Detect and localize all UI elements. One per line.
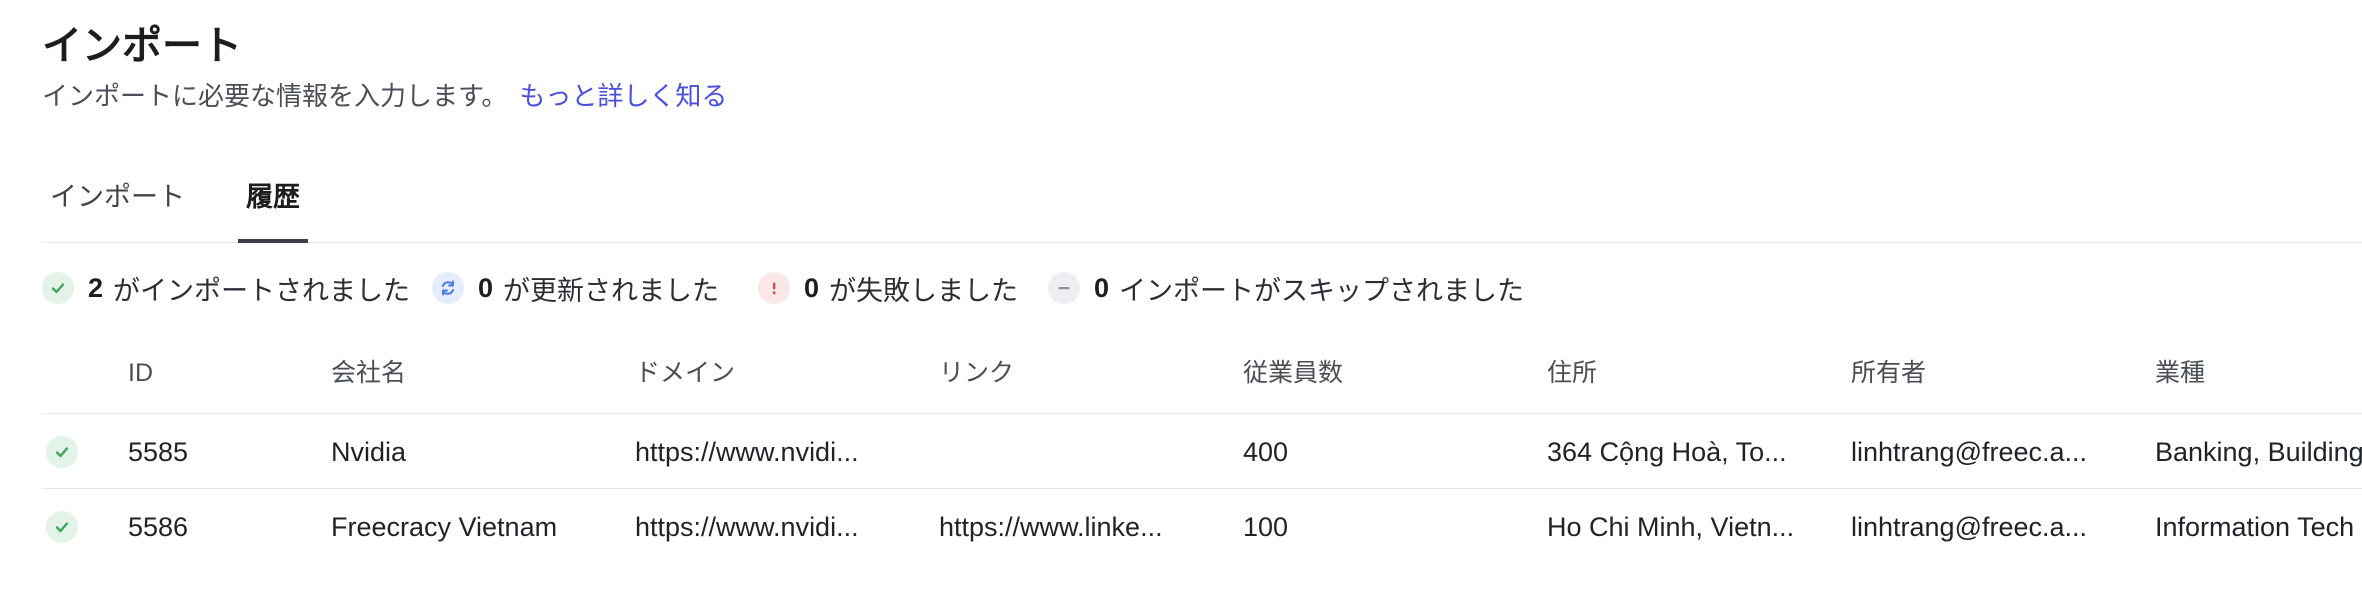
check-icon: [42, 272, 74, 304]
cell-id: 5585: [128, 437, 189, 467]
page-subtitle: インポートに必要な情報を入力します。 もっと詳しく知る: [42, 79, 727, 113]
stat-updated-count: 0: [478, 272, 494, 303]
cell-owner: linhtrang@freec.a...: [1851, 437, 2088, 467]
cell-employees: 400: [1243, 437, 1289, 467]
tab-import[interactable]: インポート: [50, 172, 185, 243]
cell-link: https://www.linke...: [939, 512, 1163, 542]
import-summary: 2 がインポートされました 0 が更新されました 0 が失敗しました 0 インポ…: [42, 268, 2362, 308]
tab-history[interactable]: 履歴: [238, 172, 308, 243]
column-header-id[interactable]: ID: [128, 356, 153, 390]
stat-updated-label: が更新されました: [503, 275, 720, 306]
cell-id: 5586: [128, 512, 189, 542]
cell-employees: 100: [1243, 512, 1289, 542]
refresh-icon: [432, 272, 464, 304]
cell-address: Ho Chi Minh, Vietn...: [1547, 512, 1795, 542]
stat-failed-count: 0: [804, 272, 820, 303]
table-header: ID 会社名 ドメイン リンク 従業員数 住所 所有者 業種: [42, 340, 2362, 414]
stat-imported: 2 がインポートされました: [42, 268, 410, 308]
main-content: インポート インポートに必要な情報を入力します。 もっと詳しく知る インポート 履…: [42, 0, 2362, 604]
subtitle-text: インポートに必要な情報を入力します。: [42, 81, 508, 111]
minus-icon: [1048, 272, 1080, 304]
stat-failed-label: が失敗しました: [829, 275, 1019, 306]
cell-owner: linhtrang@freec.a...: [1851, 512, 2088, 542]
stat-imported-label: がインポートされました: [113, 275, 411, 306]
column-header-owner[interactable]: 所有者: [1851, 356, 1926, 390]
cell-company: Nvidia: [331, 437, 407, 467]
import-history-page: インポート インポートに必要な情報を入力します。 もっと詳しく知る インポート 履…: [0, 0, 2362, 604]
import-history-table: ID 会社名 ドメイン リンク 従業員数 住所 所有者 業種 5585 Nvid…: [42, 340, 2362, 564]
column-header-link[interactable]: リンク: [939, 356, 1014, 390]
check-icon: [46, 436, 78, 468]
table-row[interactable]: 5585 Nvidia https://www.nvidi... 400 364…: [42, 414, 2362, 489]
stat-imported-count: 2: [88, 272, 104, 303]
alert-icon: [758, 272, 790, 304]
page-title: インポート: [42, 24, 242, 68]
stat-skipped-label: インポートがスキップされました: [1119, 275, 1525, 306]
column-header-industry[interactable]: 業種: [2155, 356, 2205, 390]
stat-skipped: 0 インポートがスキップされました: [1048, 268, 1524, 308]
cell-domain: https://www.nvidi...: [635, 512, 859, 542]
tab-bar: インポート 履歴: [42, 160, 2362, 243]
check-icon: [46, 511, 78, 543]
cell-address: 364 Cộng Hoà, To...: [1547, 437, 1787, 467]
column-header-domain[interactable]: ドメイン: [635, 356, 735, 390]
cell-industry: Information Tech: [2155, 512, 2355, 542]
cell-domain: https://www.nvidi...: [635, 437, 859, 467]
column-header-address[interactable]: 住所: [1547, 356, 1597, 390]
stat-failed: 0 が失敗しました: [758, 268, 1018, 308]
column-header-company[interactable]: 会社名: [331, 356, 406, 390]
learn-more-link[interactable]: もっと詳しく知る: [519, 81, 727, 111]
cell-industry: Banking, Building: [2155, 437, 2362, 467]
stat-skipped-count: 0: [1094, 272, 1110, 303]
cell-company: Freecracy Vietnam: [331, 512, 558, 542]
stat-updated: 0 が更新されました: [432, 268, 719, 308]
column-header-employees[interactable]: 従業員数: [1243, 356, 1343, 390]
table-row[interactable]: 5586 Freecracy Vietnam https://www.nvidi…: [42, 489, 2362, 564]
